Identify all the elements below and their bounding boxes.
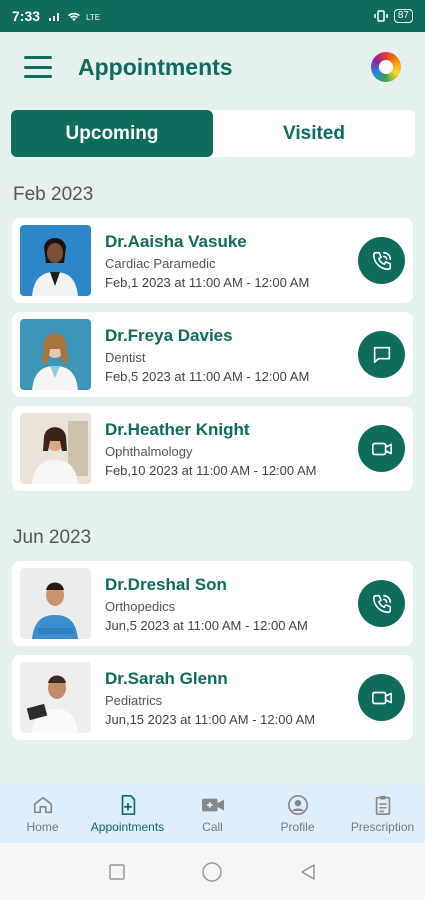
system-navigation-bar bbox=[0, 843, 425, 900]
nav-label: Prescription bbox=[350, 820, 415, 834]
status-bar: 7:33 LTE 87 bbox=[0, 0, 425, 32]
status-right-icons: 87 bbox=[374, 9, 413, 23]
appointment-card[interactable]: Dr.Freya Davies Dentist Feb,5 2023 at 11… bbox=[12, 312, 413, 397]
nav-item-profile[interactable]: Profile bbox=[255, 785, 340, 843]
appointment-card[interactable]: Dr.Dreshal Son Orthopedics Jun,5 2023 at… bbox=[12, 561, 413, 646]
section-month-label: Jun 2023 bbox=[13, 527, 92, 548]
doctor-specialty: Orthopedics bbox=[105, 598, 176, 614]
tab-visited[interactable]: Visited bbox=[213, 110, 415, 157]
appointments-icon bbox=[121, 795, 135, 815]
appointment-time: Feb,5 2023 at 11:00 AM - 12:00 AM bbox=[105, 368, 310, 384]
nav-label: Appointments bbox=[90, 820, 165, 834]
doctor-name: Dr.Aaisha Vasuke bbox=[105, 231, 247, 251]
nav-item-prescription[interactable]: Prescription bbox=[340, 785, 425, 843]
video-call-button[interactable] bbox=[358, 425, 405, 472]
doctor-name: Dr.Sarah Glenn bbox=[105, 668, 228, 688]
recent-apps-icon[interactable] bbox=[108, 863, 126, 881]
profile-icon bbox=[287, 795, 308, 815]
video-call-icon bbox=[201, 798, 224, 812]
bottom-navigation: Home Appointments Call Profile Prescript… bbox=[0, 785, 425, 843]
appointment-time: Jun,5 2023 at 11:00 AM - 12:00 AM bbox=[105, 617, 308, 633]
wifi-icon bbox=[68, 12, 81, 21]
call-button[interactable] bbox=[358, 580, 405, 627]
appointment-tabs: Upcoming Visited bbox=[11, 110, 415, 157]
doctor-photo bbox=[20, 225, 91, 296]
profile-avatar[interactable] bbox=[371, 52, 401, 82]
chat-icon bbox=[373, 346, 390, 363]
prescription-icon bbox=[375, 795, 390, 815]
home-button-icon[interactable] bbox=[201, 861, 223, 883]
appointment-time: Feb,10 2023 at 11:00 AM - 12:00 AM bbox=[105, 462, 317, 478]
nav-label: Call bbox=[202, 820, 223, 834]
appointment-time: Feb,1 2023 at 11:00 AM - 12:00 AM bbox=[105, 274, 310, 290]
page-title: Appointments bbox=[78, 53, 233, 80]
call-button[interactable] bbox=[358, 237, 405, 284]
doctor-specialty: Pediatrics bbox=[105, 692, 163, 708]
nav-label: Profile bbox=[280, 820, 315, 834]
app-header: Appointments bbox=[0, 32, 425, 102]
tab-upcoming[interactable]: Upcoming bbox=[11, 110, 213, 157]
status-time: 7:33 bbox=[12, 8, 41, 24]
nav-item-appointments[interactable]: Appointments bbox=[85, 785, 170, 843]
nav-item-call[interactable]: Call bbox=[170, 785, 255, 843]
vibrate-icon bbox=[374, 10, 388, 22]
video-icon bbox=[371, 691, 392, 704]
video-call-button[interactable] bbox=[358, 674, 405, 721]
appointment-time: Jun,15 2023 at 11:00 AM - 12:00 AM bbox=[105, 711, 316, 727]
svg-text:LTE: LTE bbox=[86, 13, 100, 22]
doctor-photo bbox=[20, 413, 91, 484]
hamburger-menu-icon[interactable] bbox=[24, 56, 52, 78]
doctor-name: Dr.Heather Knight bbox=[105, 419, 250, 439]
home-icon bbox=[33, 796, 52, 814]
doctor-specialty: Dentist bbox=[105, 349, 146, 365]
back-icon[interactable] bbox=[299, 863, 317, 881]
doctor-photo bbox=[20, 662, 91, 733]
section-month-label: Feb 2023 bbox=[13, 184, 94, 205]
doctor-photo bbox=[20, 319, 91, 390]
battery-indicator: 87 bbox=[393, 9, 413, 23]
appointment-card[interactable]: Dr.Aaisha Vasuke Cardiac Paramedic Feb,1… bbox=[12, 218, 413, 303]
status-left-icons: LTE bbox=[48, 10, 100, 22]
appointment-card[interactable]: Dr.Heather Knight Ophthalmology Feb,10 2… bbox=[12, 406, 413, 491]
chat-button[interactable] bbox=[358, 331, 405, 378]
doctor-specialty: Ophthalmology bbox=[105, 443, 193, 459]
video-icon bbox=[371, 442, 392, 455]
nav-item-home[interactable]: Home bbox=[0, 785, 85, 843]
doctor-name: Dr.Freya Davies bbox=[105, 325, 233, 345]
phone-icon bbox=[372, 594, 391, 613]
appointment-card[interactable]: Dr.Sarah Glenn Pediatrics Jun,15 2023 at… bbox=[12, 655, 413, 740]
doctor-specialty: Cardiac Paramedic bbox=[105, 255, 216, 271]
nav-label: Home bbox=[26, 820, 59, 834]
phone-icon bbox=[372, 251, 391, 270]
signal-icon bbox=[49, 13, 60, 21]
lte-icon: LTE bbox=[86, 13, 100, 22]
doctor-name: Dr.Dreshal Son bbox=[105, 574, 227, 594]
doctor-photo bbox=[20, 568, 91, 639]
